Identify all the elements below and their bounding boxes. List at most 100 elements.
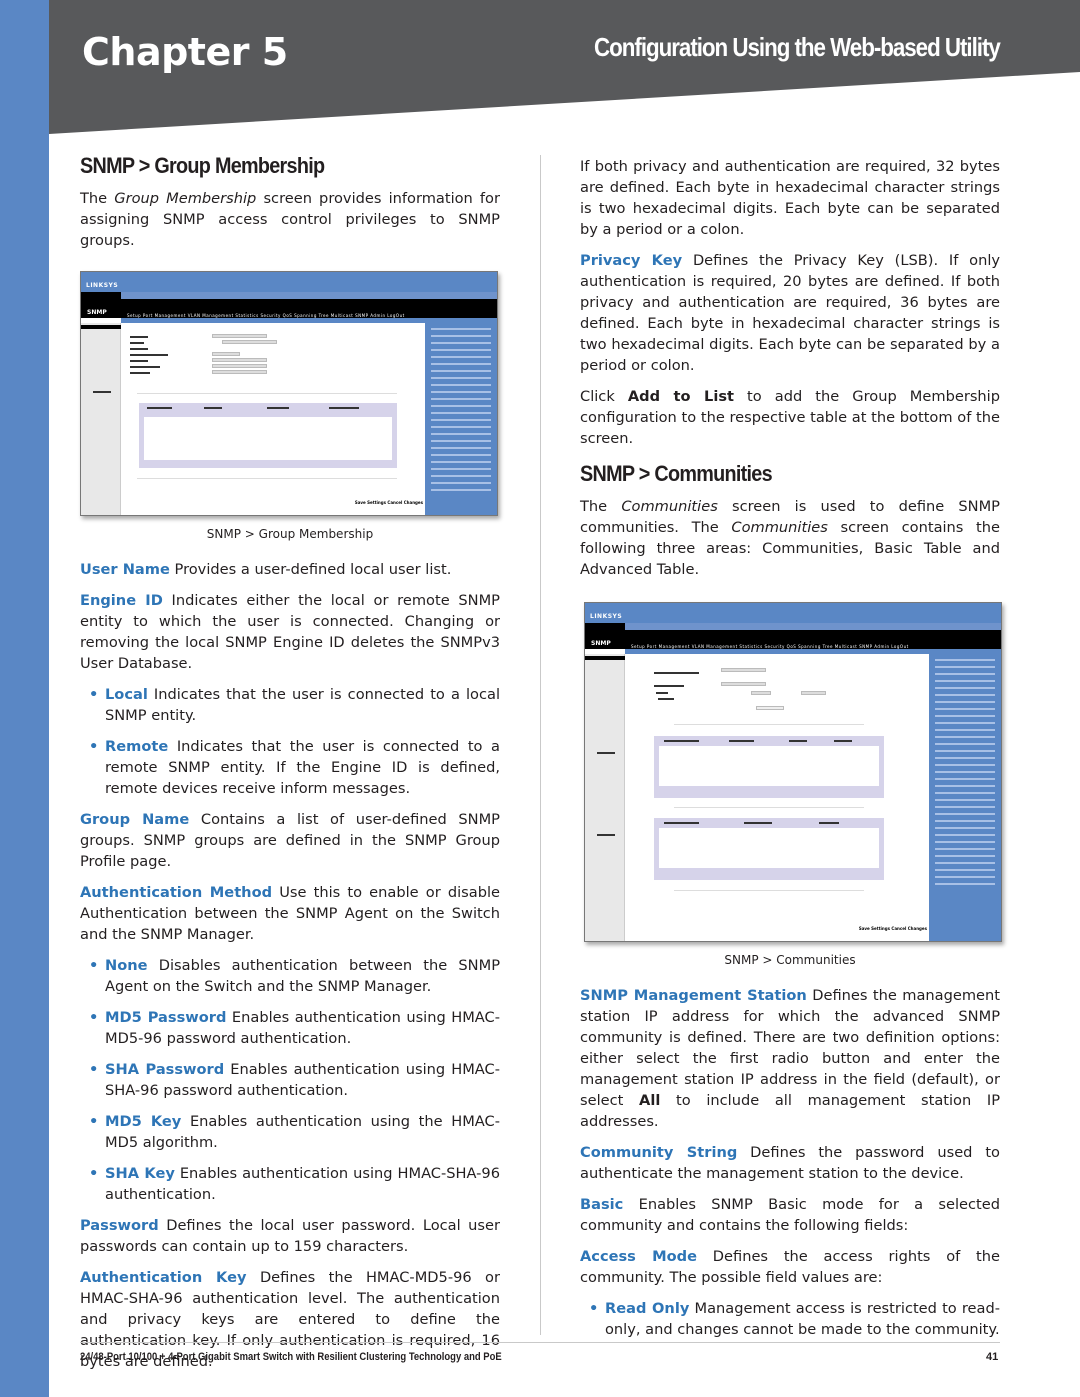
intro-text: The bbox=[580, 498, 622, 515]
app-content bbox=[122, 323, 425, 515]
right-column: If both privacy and authentication are r… bbox=[580, 156, 1002, 1350]
intro-emphasis: Communities bbox=[731, 519, 828, 536]
field-label bbox=[656, 692, 668, 694]
term-label: User Name bbox=[80, 561, 170, 578]
section-heading-group-membership: SNMP > Group Membership bbox=[80, 153, 325, 178]
definition-group-name: Group Name Contains a list of user-defin… bbox=[80, 809, 500, 872]
table-header bbox=[819, 822, 839, 824]
auth-method-select bbox=[212, 352, 240, 356]
list-item: SHA Key Enables authentication using HMA… bbox=[89, 1163, 500, 1205]
save-settings-label: Save Settings Cancel Changes bbox=[354, 500, 423, 505]
list-item: MD5 Key Enables authentication using the… bbox=[89, 1111, 500, 1153]
app-topbar bbox=[81, 272, 497, 292]
password-input bbox=[212, 358, 267, 362]
definition-privacy-key: Privacy Key Defines the Privacy Key (LSB… bbox=[580, 250, 1000, 376]
table-header bbox=[744, 822, 772, 824]
table-header bbox=[729, 740, 754, 742]
app-section-label: SNMP bbox=[87, 309, 107, 316]
section-heading-communities: SNMP > Communities bbox=[580, 461, 773, 486]
term-label: Read Only bbox=[605, 1300, 690, 1317]
table-header bbox=[147, 407, 172, 409]
view-name-select bbox=[801, 691, 826, 695]
table-body bbox=[659, 828, 879, 868]
table-body bbox=[144, 417, 392, 460]
basic-table bbox=[654, 736, 884, 798]
term-description: Indicates that the user is connected to … bbox=[105, 686, 500, 724]
access-mode-options: Read Only Management access is restricte… bbox=[580, 1298, 1000, 1340]
screenshot-communities: LINKSYS SNMP Setup Port Management VLAN … bbox=[584, 602, 1002, 942]
term-label: Group Name bbox=[80, 811, 190, 828]
table-header bbox=[789, 740, 807, 742]
divider bbox=[137, 393, 397, 394]
intro-text: The bbox=[80, 190, 115, 207]
accent-sidebar bbox=[0, 0, 49, 1397]
privacy-key-input bbox=[212, 370, 267, 374]
term-description: Defines the Privacy Key (LSB). If only a… bbox=[580, 252, 1001, 374]
divider bbox=[137, 478, 397, 479]
auth-key-input bbox=[212, 364, 267, 368]
engine-id-options: Local Indicates that the user is connect… bbox=[80, 684, 500, 799]
list-item: None Disables authentication between the… bbox=[89, 955, 500, 997]
save-settings-label: Save Settings Cancel Changes bbox=[858, 926, 927, 931]
access-mode-select bbox=[751, 691, 771, 695]
auth-key-continuation: If both privacy and authentication are r… bbox=[580, 158, 1000, 238]
term-description: Provides a user-defined local user list. bbox=[169, 561, 452, 578]
term-label: Local bbox=[105, 686, 148, 703]
term-label: Basic bbox=[580, 1196, 624, 1213]
page-number: 41 bbox=[986, 1351, 999, 1363]
table-header bbox=[664, 822, 699, 824]
table-header bbox=[204, 407, 222, 409]
list-item: SHA Password Enables authentication usin… bbox=[89, 1059, 500, 1101]
auth-method-options: None Disables authentication between the… bbox=[80, 955, 500, 1205]
app-sidebar-selected bbox=[81, 325, 121, 329]
definition-mgmt-station: SNMP Management Station Defines the mana… bbox=[580, 985, 1000, 1132]
term-label: SHA Key bbox=[105, 1165, 175, 1182]
divider bbox=[674, 724, 864, 725]
figure-communities: LINKSYS SNMP Setup Port Management VLAN … bbox=[580, 602, 1002, 971]
app-sidebar-label bbox=[597, 834, 615, 836]
community-string-input bbox=[721, 682, 766, 686]
table-header bbox=[664, 740, 699, 742]
list-item: Local Indicates that the user is connect… bbox=[89, 684, 500, 726]
term-description: Disables authentication between the SNMP… bbox=[105, 957, 500, 995]
definition-community-string: Community String Defines the password us… bbox=[580, 1142, 1000, 1184]
term-label: Authentication Key bbox=[80, 1269, 247, 1286]
table-body bbox=[659, 746, 879, 786]
definition-basic: Basic Enables SNMP Basic mode for a sele… bbox=[580, 1194, 1000, 1236]
field-label bbox=[130, 336, 148, 338]
figure-caption: SNMP > Group Membership bbox=[206, 527, 374, 541]
table-header bbox=[267, 407, 289, 409]
group-membership-table bbox=[139, 403, 397, 468]
field-label bbox=[654, 685, 684, 687]
term-label: Engine ID bbox=[80, 592, 163, 609]
chapter-number: Chapter 5 bbox=[82, 30, 288, 74]
field-label bbox=[658, 698, 674, 700]
app-nav-strip bbox=[625, 623, 1001, 630]
add-to-list-instruction: Click Add to List to add the Group Membe… bbox=[580, 386, 1000, 449]
screenshot-group-membership: LINKSYS SNMP Setup Port Management VLAN … bbox=[80, 271, 498, 516]
mgmt-station-input bbox=[721, 668, 766, 672]
term-label: Remote bbox=[105, 738, 169, 755]
app-sidebar bbox=[81, 323, 121, 515]
term-description: Defines the management station IP addres… bbox=[580, 987, 1000, 1109]
term-label: Authentication Method bbox=[80, 884, 273, 901]
definition-user-name: User Name Provides a user-defined local … bbox=[80, 559, 500, 580]
user-name-input bbox=[212, 334, 267, 338]
app-nav-strip bbox=[121, 292, 497, 299]
definition-password: Password Defines the local user password… bbox=[80, 1215, 500, 1257]
app-section-label: SNMP bbox=[591, 640, 611, 647]
advanced-table bbox=[654, 818, 884, 880]
definition-engine-id: Engine ID Indicates either the local or … bbox=[80, 590, 500, 674]
figure-group-membership: LINKSYS SNMP Setup Port Management VLAN … bbox=[80, 271, 500, 545]
communities-intro: The Communities screen is used to define… bbox=[580, 496, 1000, 580]
field-label bbox=[130, 360, 148, 362]
app-help-panel bbox=[425, 323, 497, 515]
table-header bbox=[834, 740, 852, 742]
term-label: Community String bbox=[580, 1144, 738, 1161]
footer-divider bbox=[80, 1342, 1000, 1343]
app-sidebar-label bbox=[93, 391, 111, 393]
chapter-title: Configuration Using the Web-based Utilit… bbox=[594, 32, 1001, 62]
field-label bbox=[130, 354, 168, 356]
definition-access-mode: Access Mode Defines the access rights of… bbox=[580, 1246, 1000, 1288]
field-label bbox=[130, 342, 144, 344]
